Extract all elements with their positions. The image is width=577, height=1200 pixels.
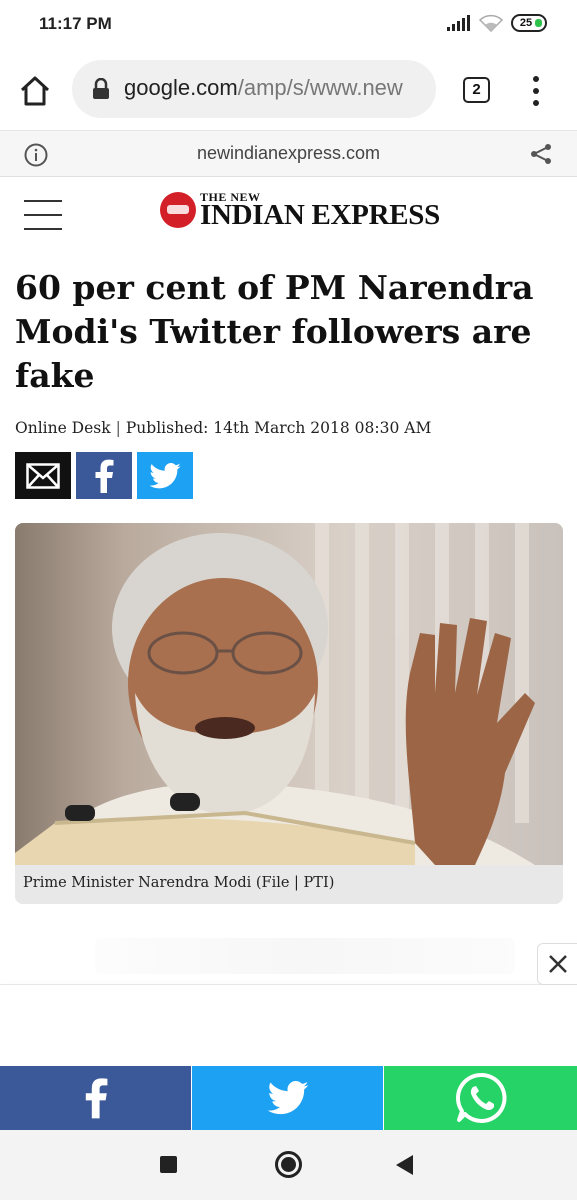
facebook-icon (85, 1078, 107, 1119)
email-share-button[interactable] (15, 452, 71, 499)
photo-caption-text: Prime Minister Narendra Modi (File | PTI… (23, 875, 335, 891)
facebook-icon (95, 459, 114, 493)
twitter-share-button[interactable] (137, 452, 193, 499)
url-path: /amp/s/www.new (237, 75, 403, 100)
url-domain: google.com (124, 75, 238, 100)
article-image (15, 523, 563, 865)
wifi-icon (479, 14, 503, 32)
status-time: 11:17 PM (39, 14, 112, 33)
url-text: google.com/amp/s/www.new (124, 75, 403, 101)
battery-level: 25 (519, 17, 533, 29)
status-icons: 25 (447, 14, 547, 32)
hamburger-menu-icon[interactable] (24, 200, 62, 230)
twitter-icon (267, 1081, 308, 1115)
ad-placeholder (95, 938, 515, 974)
article-published-date: Published: 14th March 2018 08:30 AM (125, 419, 432, 437)
home-nav-icon[interactable] (275, 1151, 302, 1178)
close-icon (549, 955, 567, 973)
article-headline: 60 per cent of PM Narendra Modi's Twitte… (15, 268, 534, 395)
battery-icon: 25 (511, 14, 547, 32)
amp-info-bar: newindianexpress.com (0, 130, 577, 177)
amp-domain: newindianexpress.com (196, 143, 381, 163)
whatsapp-share-bar-button[interactable] (384, 1066, 577, 1130)
whatsapp-icon (455, 1072, 506, 1123)
lock-icon (93, 78, 109, 99)
share-bar (0, 1066, 577, 1130)
twitter-icon (149, 462, 181, 488)
address-bar[interactable]: google.com/amp/s/www.new (72, 60, 436, 118)
mail-icon (26, 462, 60, 489)
facebook-share-button[interactable] (76, 452, 132, 499)
ad-close-button[interactable] (537, 943, 577, 985)
home-icon[interactable] (18, 74, 52, 108)
tab-switcher-button[interactable]: 2 (463, 77, 490, 103)
signal-icon (447, 15, 470, 31)
ad-divider (0, 984, 577, 985)
social-share-buttons (15, 452, 193, 499)
article-author[interactable]: Online Desk (15, 419, 111, 437)
article-photo[interactable]: Prime Minister Narendra Modi (File | PTI… (15, 523, 563, 904)
overflow-menu-icon[interactable] (526, 76, 546, 106)
article-meta: Online Desk | Published: 14th March 2018 0… (15, 419, 431, 437)
share-icon[interactable] (529, 142, 553, 166)
meta-separator: | (115, 419, 121, 437)
recents-icon[interactable] (160, 1156, 177, 1173)
ad-banner (0, 930, 577, 1065)
android-nav-bar (0, 1130, 577, 1200)
site-header: THE NEW INDIAN EXPRESS (0, 178, 577, 254)
facebook-share-bar-button[interactable] (0, 1066, 191, 1130)
logo-big-text: INDIAN EXPRESS (200, 199, 440, 231)
logo-seal-icon (160, 192, 196, 228)
twitter-share-bar-button[interactable] (191, 1066, 384, 1130)
back-icon[interactable] (396, 1155, 413, 1175)
status-bar: 11:17 PM 25 (0, 0, 577, 52)
battery-charge-fill (535, 19, 542, 27)
photo-caption: Prime Minister Narendra Modi (File | PTI… (15, 865, 563, 904)
browser-toolbar: google.com/amp/s/www.new 2 (0, 52, 577, 130)
